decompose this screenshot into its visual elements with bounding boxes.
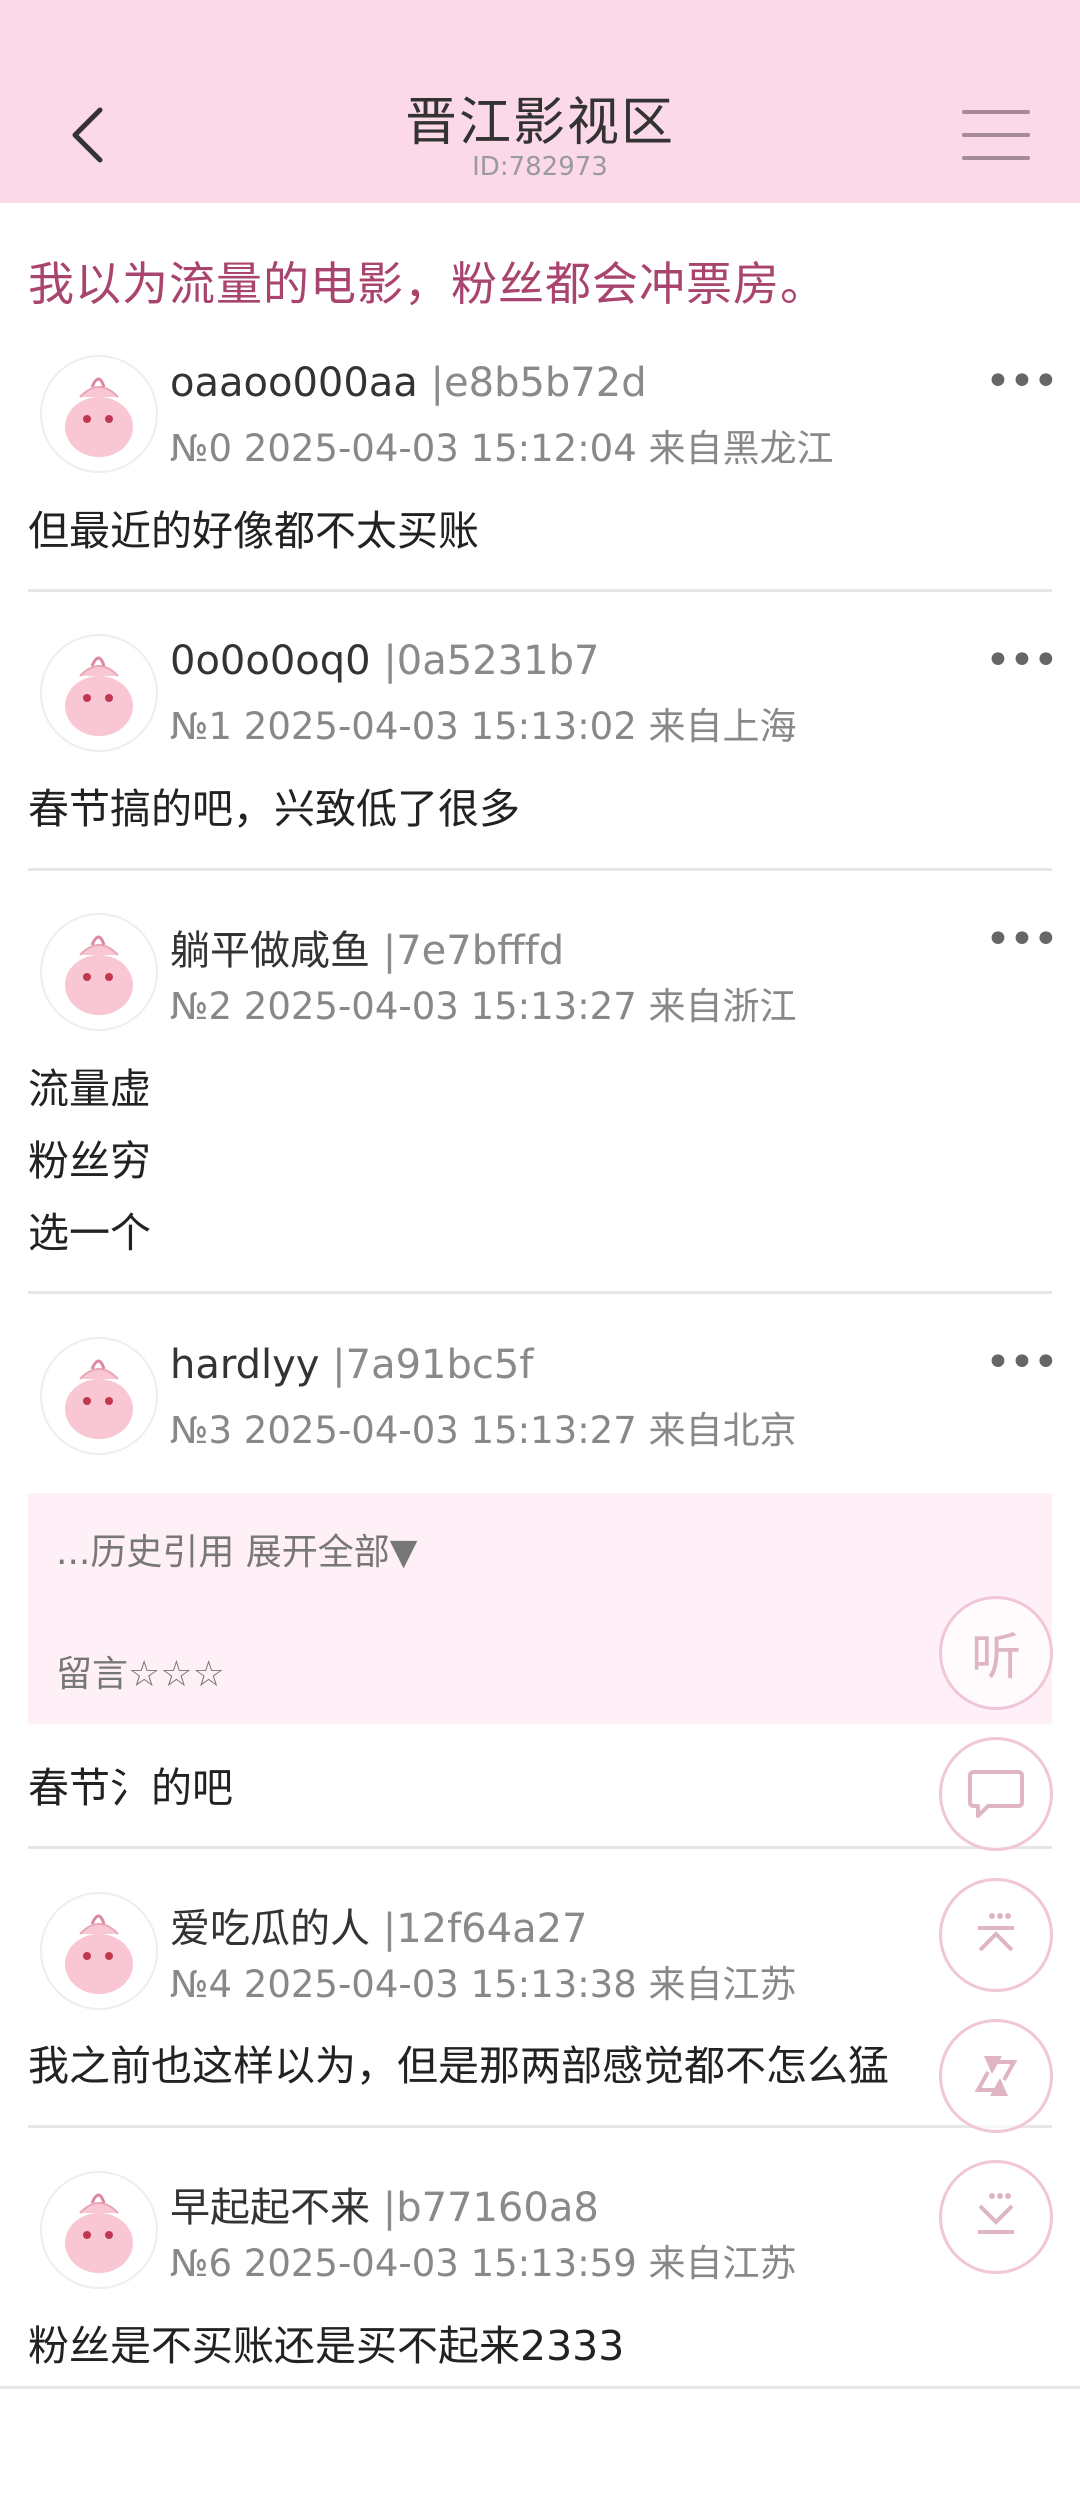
avatar[interactable] (40, 2171, 158, 2289)
post-meta: №4 2025-04-03 15:13:38 来自江苏 (170, 1963, 797, 2006)
post-meta: №2 2025-04-03 15:13:27 来自浙江 (170, 985, 797, 1028)
pink-creature-avatar-icon (65, 377, 133, 457)
quote-text: 留言☆☆☆ (56, 1654, 225, 1695)
speech-bubble-icon (968, 1770, 1024, 1818)
scroll-bottom-button[interactable] (939, 2160, 1053, 2274)
divider (28, 1291, 1052, 1294)
pink-creature-avatar-icon (65, 935, 133, 1015)
board-id: ID:782973 (472, 152, 608, 182)
post-meta: №0 2025-04-03 15:12:04 来自黑龙江 (170, 427, 834, 470)
divider (28, 868, 1052, 871)
scroll-top-button[interactable] (939, 1878, 1053, 1992)
avatar[interactable] (40, 634, 158, 752)
more-dots-icon[interactable]: ••• (985, 360, 1059, 404)
thread-title: 我以为流量的电影，粉丝都会冲票房。 (28, 257, 827, 311)
avatar[interactable] (40, 1337, 158, 1455)
more-dots-icon[interactable]: ••• (985, 1341, 1059, 1385)
username[interactable]: 0o0o0oq0 |0a5231b7 (170, 638, 599, 684)
divider (28, 589, 1052, 592)
scroll-bottom-icon (978, 2193, 1014, 2234)
listen-button[interactable]: 听 (939, 1596, 1053, 1710)
comment-button[interactable] (939, 1737, 1053, 1851)
username[interactable]: 早起起不来 |b77160a8 (170, 2175, 599, 2233)
divider (0, 2386, 1080, 2389)
expand-quote-link[interactable]: ...历史引用 展开全部▼ (56, 1523, 417, 1575)
pink-creature-avatar-icon (65, 2193, 133, 2273)
post-meta: №1 2025-04-03 15:13:02 来自上海 (170, 705, 797, 748)
post-content: 春节搞的吧，兴致低了很多 (28, 785, 520, 833)
username[interactable]: oaaoo000aa |e8b5b72d (170, 360, 647, 406)
avatar[interactable] (40, 1892, 158, 2010)
post-content: 粉丝是不买账还是买不起来2333 (28, 2322, 625, 2370)
post-meta: №3 2025-04-03 15:13:27 来自北京 (170, 1409, 797, 1452)
username[interactable]: hardlyy |7a91bc5f (170, 1342, 533, 1388)
pink-creature-avatar-icon (65, 1359, 133, 1439)
page-title: 晋江影视区 (404, 93, 675, 153)
scroll-top-icon (978, 1913, 1014, 1952)
avatar[interactable] (40, 355, 158, 473)
top-bar: 晋江影视区 ID:782973 (0, 0, 1080, 203)
divider (28, 1846, 1052, 1849)
menu-button[interactable] (962, 110, 1030, 164)
avatar[interactable] (40, 913, 158, 1031)
more-dots-icon[interactable]: ••• (985, 918, 1059, 962)
post-content: 但最近的好像都不太买账 (28, 507, 479, 555)
username[interactable]: 躺平做咸鱼 |7e7bfffd (170, 918, 564, 976)
refresh-button[interactable] (939, 2019, 1053, 2133)
hamburger-menu-icon (962, 110, 1030, 114)
pink-creature-avatar-icon (65, 1914, 133, 1994)
refresh-arrows-icon (974, 2056, 1018, 2096)
pink-creature-avatar-icon (65, 656, 133, 736)
divider (28, 2125, 1052, 2128)
post-content: 春节氵的吧 (28, 1764, 233, 1812)
more-dots-icon[interactable]: ••• (985, 639, 1059, 683)
username[interactable]: 爱吃瓜的人 |12f64a27 (170, 1896, 587, 1954)
post-content: 流量虚 粉丝穷 选一个 (28, 1065, 151, 1257)
post-content: 我之前也这样以为，但是那两部感觉都不怎么猛 (28, 2042, 889, 2090)
quote-block: ...历史引用 展开全部▼ 留言☆☆☆ (28, 1493, 1052, 1724)
post-meta: №6 2025-04-03 15:13:59 来自江苏 (170, 2242, 797, 2285)
